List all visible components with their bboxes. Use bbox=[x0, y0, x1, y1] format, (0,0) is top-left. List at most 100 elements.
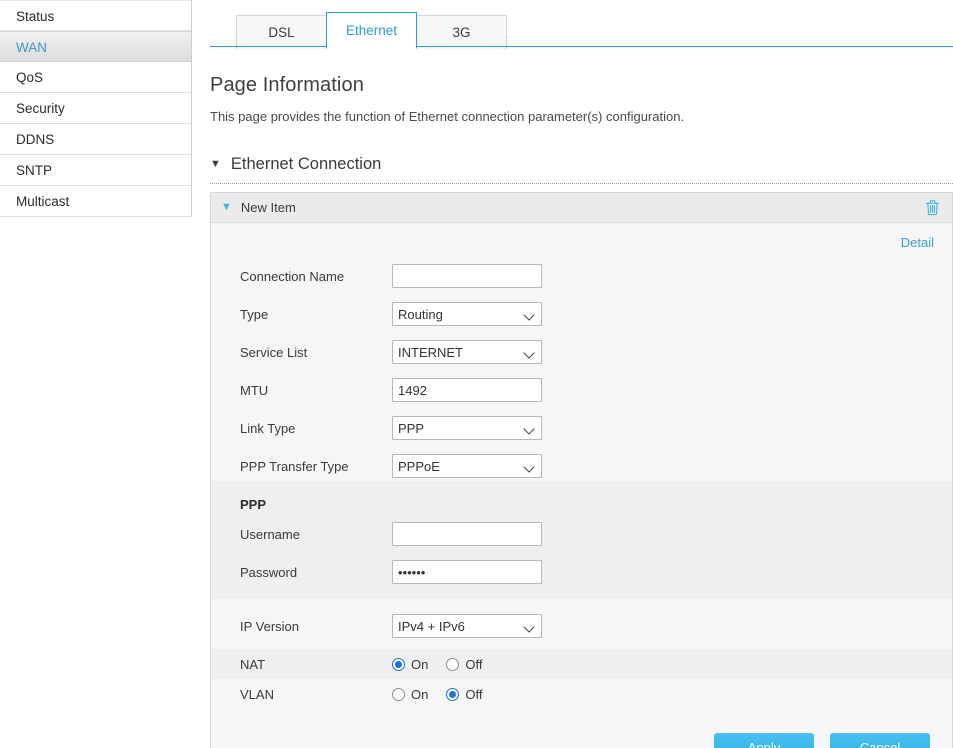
sidebar-item-label: Security bbox=[16, 101, 65, 116]
item-header: ▼ New Item bbox=[211, 193, 952, 223]
tab-label: Ethernet bbox=[346, 23, 397, 38]
nat-radio-group: On Off bbox=[392, 657, 500, 672]
type-select-wrapper: Routing bbox=[392, 302, 542, 326]
router-config-page: Status WAN QoS Security DDNS SNTP Multic… bbox=[0, 0, 953, 748]
nat-label: NAT bbox=[240, 657, 392, 672]
field-row-ppp-transfer-type: PPP Transfer Type PPPoE bbox=[211, 451, 952, 481]
row-spacer bbox=[211, 329, 952, 337]
field-row-link-type: Link Type PPP bbox=[211, 413, 952, 443]
vlan-radio-off[interactable] bbox=[446, 688, 459, 701]
tab-bar: DSL Ethernet 3G bbox=[210, 0, 953, 48]
ppp-group-header: PPP bbox=[211, 489, 952, 519]
group-spacer bbox=[211, 481, 952, 489]
sidebar-item-label: DDNS bbox=[16, 132, 54, 147]
row-spacer bbox=[211, 549, 952, 557]
sidebar-item-label: Status bbox=[16, 9, 54, 24]
tab-underline bbox=[210, 46, 953, 47]
ppp-group: PPP Username Password bbox=[211, 481, 952, 599]
ip-version-select-wrapper: IPv4 + IPv6 bbox=[392, 614, 542, 638]
link-type-select[interactable]: PPP bbox=[392, 416, 542, 440]
nat-on-label[interactable]: On bbox=[411, 657, 428, 672]
mtu-label: MTU bbox=[240, 383, 392, 398]
link-type-select-wrapper: PPP bbox=[392, 416, 542, 440]
vlan-off-label[interactable]: Off bbox=[465, 687, 482, 702]
row-spacer bbox=[211, 599, 952, 611]
detail-link[interactable]: Detail bbox=[901, 235, 934, 250]
type-label: Type bbox=[240, 307, 392, 322]
field-row-connection-name: Connection Name bbox=[211, 261, 952, 291]
sidebar-item-label: WAN bbox=[16, 40, 47, 55]
ppp-group-label: PPP bbox=[240, 497, 392, 512]
vlan-radio-on[interactable] bbox=[392, 688, 405, 701]
row-spacer bbox=[211, 367, 952, 375]
row-spacer bbox=[211, 443, 952, 451]
chevron-down-icon[interactable]: ▼ bbox=[221, 202, 232, 213]
sidebar-item-wan[interactable]: WAN bbox=[0, 31, 191, 62]
section-title: Ethernet Connection bbox=[231, 155, 381, 174]
username-input[interactable] bbox=[392, 522, 542, 546]
chevron-down-icon[interactable]: ▼ bbox=[210, 159, 221, 170]
ppp-transfer-type-select[interactable]: PPPoE bbox=[392, 454, 542, 478]
vlan-on-label[interactable]: On bbox=[411, 687, 428, 702]
sidebar-item-multicast[interactable]: Multicast bbox=[0, 186, 191, 217]
sidebar-item-security[interactable]: Security bbox=[0, 93, 191, 124]
tab-ethernet[interactable]: Ethernet bbox=[326, 12, 417, 49]
row-spacer bbox=[211, 291, 952, 299]
tab-3g[interactable]: 3G bbox=[416, 15, 507, 49]
service-list-label: Service List bbox=[240, 345, 392, 360]
row-spacer bbox=[211, 405, 952, 413]
service-list-select[interactable]: INTERNET bbox=[392, 340, 542, 364]
item-title: New Item bbox=[241, 200, 925, 215]
field-row-mtu: MTU bbox=[211, 375, 952, 405]
nat-off-label[interactable]: Off bbox=[465, 657, 482, 672]
ip-version-select[interactable]: IPv4 + IPv6 bbox=[392, 614, 542, 638]
link-type-label: Link Type bbox=[240, 421, 392, 436]
field-row-type: Type Routing bbox=[211, 299, 952, 329]
nat-radio-off[interactable] bbox=[446, 658, 459, 671]
sidebar-item-qos[interactable]: QoS bbox=[0, 62, 191, 93]
sidebar-item-label: Multicast bbox=[16, 194, 69, 209]
tab-label: 3G bbox=[452, 25, 470, 40]
cancel-button[interactable]: Cancel bbox=[830, 733, 930, 748]
ppp-transfer-type-label: PPP Transfer Type bbox=[240, 459, 392, 474]
field-row-ip-version: IP Version IPv4 + IPv6 bbox=[211, 611, 952, 641]
field-row-nat: NAT On Off bbox=[211, 649, 952, 679]
connection-name-label: Connection Name bbox=[240, 269, 392, 284]
page-description: This page provides the function of Ether… bbox=[210, 109, 953, 124]
sidebar-item-label: QoS bbox=[16, 70, 43, 85]
connection-name-input[interactable] bbox=[392, 264, 542, 288]
sidebar-nav: Status WAN QoS Security DDNS SNTP Multic… bbox=[0, 0, 192, 217]
ppp-transfer-type-select-wrapper: PPPoE bbox=[392, 454, 542, 478]
tab-list: DSL Ethernet 3G bbox=[236, 12, 506, 49]
page-title: Page Information bbox=[210, 74, 953, 97]
password-input[interactable] bbox=[392, 560, 542, 584]
connection-item-panel: ▼ New Item Detail Connection Name Type bbox=[210, 192, 953, 748]
section-divider bbox=[210, 183, 953, 184]
apply-button[interactable]: Apply bbox=[714, 733, 814, 748]
nat-radio-on[interactable] bbox=[392, 658, 405, 671]
type-select[interactable]: Routing bbox=[392, 302, 542, 326]
password-label: Password bbox=[240, 565, 392, 580]
username-label: Username bbox=[240, 527, 392, 542]
vlan-radio-group: On Off bbox=[392, 687, 500, 702]
group-spacer bbox=[211, 587, 952, 599]
ip-version-label: IP Version bbox=[240, 619, 392, 634]
row-spacer bbox=[211, 641, 952, 649]
field-row-service-list: Service List INTERNET bbox=[211, 337, 952, 367]
trash-icon[interactable] bbox=[925, 199, 940, 216]
field-row-vlan: VLAN On Off bbox=[211, 679, 952, 709]
tab-label: DSL bbox=[268, 25, 294, 40]
sidebar-item-sntp[interactable]: SNTP bbox=[0, 155, 191, 186]
vlan-label: VLAN bbox=[240, 687, 392, 702]
sidebar-item-ddns[interactable]: DDNS bbox=[0, 124, 191, 155]
nat-row-band: NAT On Off bbox=[211, 649, 952, 679]
field-row-username: Username bbox=[211, 519, 952, 549]
sidebar-item-label: SNTP bbox=[16, 163, 52, 178]
mtu-input[interactable] bbox=[392, 378, 542, 402]
field-row-password: Password bbox=[211, 557, 952, 587]
tab-dsl[interactable]: DSL bbox=[236, 15, 327, 49]
action-button-row: Apply Cancel bbox=[211, 709, 952, 748]
detail-row: Detail bbox=[211, 223, 952, 261]
sidebar-item-status[interactable]: Status bbox=[0, 0, 191, 31]
main-content: Page Information This page provides the … bbox=[210, 48, 953, 748]
